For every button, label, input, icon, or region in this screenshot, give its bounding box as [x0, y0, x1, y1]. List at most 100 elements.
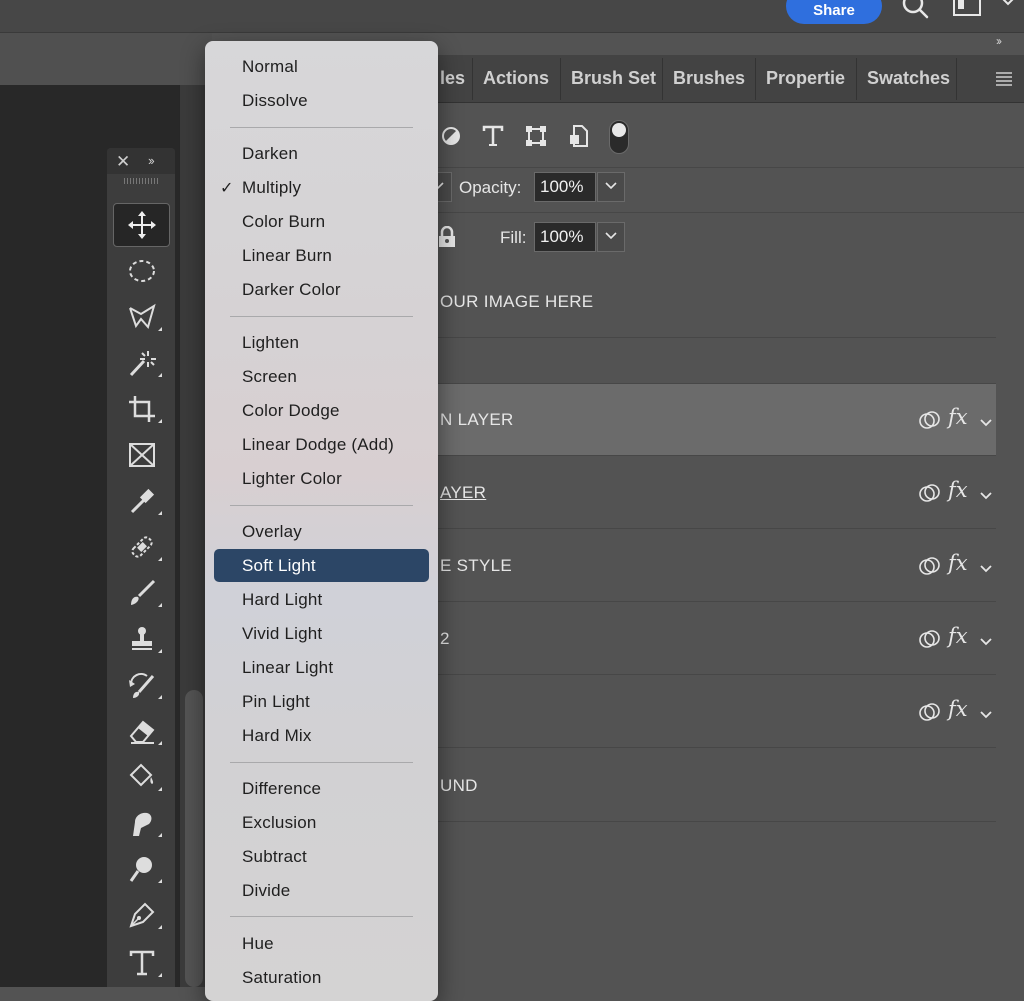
share-button[interactable]: Share [786, 0, 882, 24]
layer-effects-indicator[interactable]: fx [918, 405, 970, 432]
menu-item-linear-dodge[interactable]: Linear Dodge (Add) [242, 435, 394, 455]
menu-item-hard-light[interactable]: Hard Light [242, 590, 322, 610]
menu-item-color-dodge[interactable]: Color Dodge [242, 401, 340, 421]
chevron-down-icon[interactable] [979, 707, 993, 719]
menu-item-lighten[interactable]: Lighten [242, 333, 299, 353]
tab-swatches[interactable]: Swatches [867, 68, 950, 89]
layer-name: E STYLE [440, 556, 513, 575]
eyedropper-tool[interactable] [113, 479, 170, 523]
menu-item-normal[interactable]: Normal [242, 57, 298, 77]
collapse-panels-icon[interactable]: ›› [996, 34, 1002, 48]
history-brush-tool[interactable] [113, 663, 170, 707]
menu-item-vivid-light[interactable]: Vivid Light [242, 624, 322, 644]
move-tool[interactable] [113, 203, 170, 247]
chevron-down-icon[interactable] [979, 415, 993, 427]
eraser-tool[interactable] [113, 709, 170, 753]
menu-item-difference[interactable]: Difference [242, 779, 321, 799]
layer-name: UND [440, 776, 478, 795]
opacity-dropdown-button[interactable] [597, 172, 625, 202]
lasso-tool[interactable] [113, 295, 170, 339]
layer-effects-indicator[interactable]: fx [918, 551, 970, 578]
marquee-tool[interactable] [113, 249, 170, 293]
opacity-input[interactable]: 100% [534, 172, 596, 202]
magic-wand-icon [129, 351, 156, 377]
menu-item-linear-light[interactable]: Linear Light [242, 658, 333, 678]
menu-item-lighter-color[interactable]: Lighter Color [242, 469, 342, 489]
menu-item-multiply[interactable]: Multiply [242, 178, 301, 198]
fill-dropdown-button[interactable] [597, 222, 625, 252]
expand-panels-icon[interactable]: ›› [148, 153, 155, 168]
smudge-icon [132, 812, 151, 836]
panel-grip[interactable] [124, 178, 158, 184]
fx-icon: fx [948, 697, 968, 721]
adjustment-filter-icon[interactable] [439, 124, 463, 148]
tab-brush-settings[interactable]: Brush Set [571, 68, 656, 89]
menu-item-exclusion[interactable]: Exclusion [242, 813, 317, 833]
menu-item-saturation[interactable]: Saturation [242, 968, 322, 988]
blend-if-icon [919, 484, 940, 502]
menu-item-divide[interactable]: Divide [242, 881, 290, 901]
menu-separator [230, 127, 413, 128]
menu-separator [230, 916, 413, 917]
menu-separator [230, 316, 413, 317]
blend-mode-menu [205, 41, 438, 1001]
workspace-icon[interactable] [950, 0, 986, 18]
menu-item-overlay[interactable]: Overlay [242, 522, 302, 542]
menu-item-color-burn[interactable]: Color Burn [242, 212, 325, 232]
frame-tool[interactable] [113, 433, 170, 477]
fill-label: Fill: [500, 228, 527, 247]
pen-tool[interactable] [113, 893, 170, 937]
brush-icon [130, 579, 155, 605]
layer-name: OUR IMAGE HERE [440, 292, 594, 311]
move-icon [127, 211, 156, 239]
menu-item-darken[interactable]: Darken [242, 144, 298, 164]
layer-effects-indicator[interactable]: fx [918, 478, 970, 505]
menu-item-darker-color[interactable]: Darker Color [242, 280, 341, 300]
tab-properties[interactable]: Propertie [766, 68, 845, 89]
layer-effects-indicator[interactable]: fx [918, 624, 970, 651]
close-icon[interactable]: ✕ [116, 152, 130, 172]
menu-item-dissolve[interactable]: Dissolve [242, 91, 308, 111]
chevron-down-icon[interactable] [979, 634, 993, 646]
menu-separator [230, 762, 413, 763]
menu-item-screen[interactable]: Screen [242, 367, 297, 387]
smudge-tool[interactable] [113, 801, 170, 845]
tab-styles[interactable]: les [440, 68, 465, 89]
layer-effects-indicator[interactable]: fx [918, 697, 970, 724]
menu-separator [230, 505, 413, 506]
healing-brush-tool[interactable] [113, 525, 170, 569]
dodge-tool[interactable] [113, 847, 170, 891]
menu-item-pin-light[interactable]: Pin Light [242, 692, 310, 712]
menu-item-hue[interactable]: Hue [242, 934, 274, 954]
pen-icon [128, 902, 154, 928]
blend-if-icon [919, 557, 940, 575]
tab-actions[interactable]: Actions [483, 68, 549, 89]
canvas-scrollbar-thumb[interactable] [185, 690, 203, 987]
clone-stamp-tool[interactable] [113, 617, 170, 661]
frame-icon [128, 443, 155, 467]
type-tool[interactable] [113, 941, 170, 985]
magic-wand-tool[interactable] [113, 341, 170, 385]
lock-icon[interactable] [437, 225, 457, 248]
search-icon[interactable] [900, 0, 930, 22]
brush-tool[interactable] [113, 571, 170, 615]
chevron-down-icon[interactable] [979, 488, 993, 500]
fill-input[interactable]: 100% [534, 222, 596, 252]
smart-object-filter-icon[interactable] [567, 124, 591, 148]
menu-item-hard-mix[interactable]: Hard Mix [242, 726, 312, 746]
menu-item-linear-burn[interactable]: Linear Burn [242, 246, 332, 266]
panel-menu-icon[interactable] [994, 72, 1014, 86]
menu-item-soft-light[interactable]: Soft Light [242, 556, 316, 576]
tab-separator [662, 58, 663, 100]
menu-item-subtract[interactable]: Subtract [242, 847, 307, 867]
shape-filter-icon[interactable] [524, 124, 548, 148]
crop-icon [128, 396, 155, 422]
tab-brushes[interactable]: Brushes [673, 68, 745, 89]
chevron-down-icon[interactable] [979, 561, 993, 573]
type-filter-icon[interactable] [481, 124, 505, 148]
filter-toggle-knob [612, 123, 626, 137]
crop-tool[interactable] [113, 387, 170, 431]
paint-bucket-tool[interactable] [113, 755, 170, 799]
eyedropper-icon [130, 488, 154, 514]
chevron-down-icon[interactable] [998, 0, 1018, 10]
